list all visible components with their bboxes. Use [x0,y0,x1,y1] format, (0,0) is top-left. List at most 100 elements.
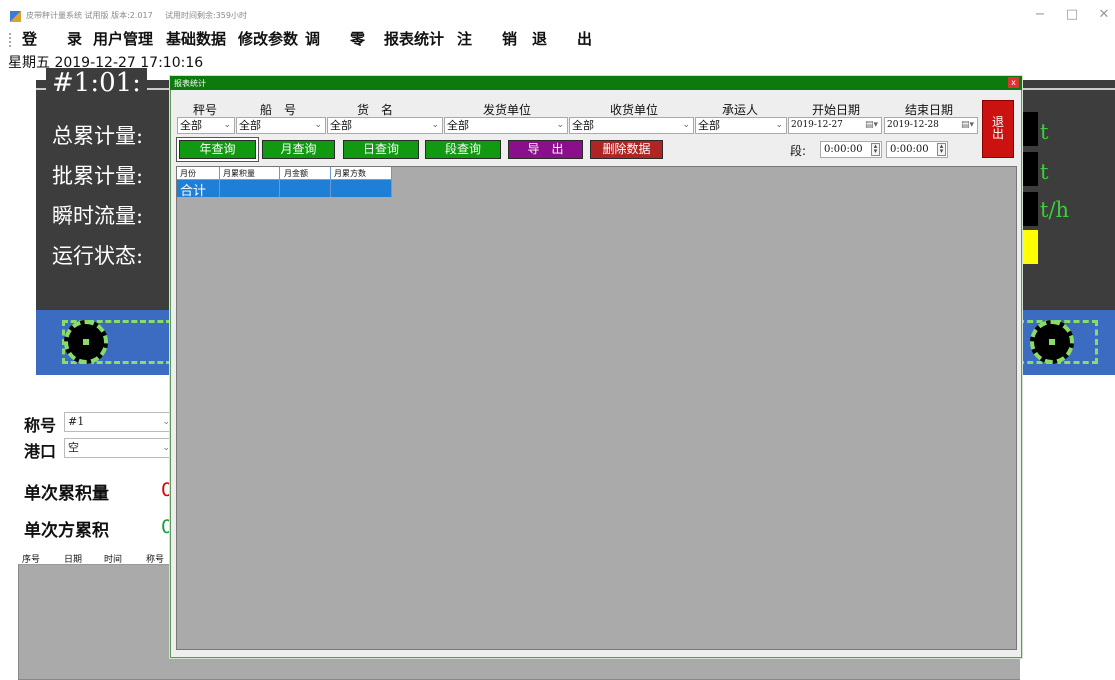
scale-no-label: 称号 [24,416,57,435]
flow-display [1020,192,1038,226]
menu-zero[interactable]: 调 零 [305,28,365,49]
app-icon [10,11,21,22]
export-button[interactable]: 导 出 [508,140,583,159]
total-display [1020,112,1038,146]
scale-no-value: #1 [68,415,85,428]
segment-from-spinner[interactable]: 0:00:00 ▴ ▾ [820,141,882,158]
trial-remaining-text: 试用时间剩余:359小时 [165,11,247,20]
column-separator [279,167,280,197]
filter-carrier-label: 承运人 [722,103,759,117]
port-label: 港口 [24,442,57,461]
menu-logout[interactable]: 注 销 [457,28,517,49]
report-grid[interactable] [176,166,1017,650]
spinner-arrows-icon[interactable]: ▴ ▾ [871,143,880,156]
carrier-filter-value: 全部 [698,119,720,132]
delete-data-button[interactable]: 删除数据 [590,140,663,159]
dialog-exit-button[interactable]: 退 出 [982,100,1014,158]
segment-query-button[interactable]: 段查询 [425,140,501,159]
records-col-header[interactable]: 日期 [64,552,82,565]
total-unit: t [1040,120,1049,144]
end-date-value: 2019-12-28 [887,120,939,130]
records-col-header[interactable]: 序号 [22,552,40,565]
menu-params[interactable]: 修改参数 [238,28,298,49]
roller-left-icon [64,320,108,364]
start-date-picker[interactable]: 2019-12-27 ▤▾ [788,117,882,134]
report-col-header[interactable]: 月份 [180,168,196,179]
maximize-button[interactable]: □ [1058,6,1086,24]
chevron-down-icon: ⌄ [682,120,690,130]
flow-label: 瞬时流量: [52,204,144,228]
sender-filter-value: 全部 [447,119,469,132]
report-dialog-title-bar [170,76,1022,90]
sender-filter-select[interactable]: 全部 ⌄ [444,117,568,134]
report-dialog-title: 报表统计 [174,79,206,88]
close-icon[interactable]: x [1008,77,1019,88]
day-query-button[interactable]: 日查询 [343,140,419,159]
scale-filter-select[interactable]: 全部 ⌄ [177,117,235,134]
spinner-arrows-icon[interactable]: ▴ ▾ [937,143,946,156]
ship-filter-select[interactable]: 全部 ⌄ [236,117,326,134]
menu-users[interactable]: 用户管理 [93,28,153,49]
receiver-filter-value: 全部 [572,119,594,132]
records-col-header[interactable]: 称号 [146,552,164,565]
segment-label: 段: [790,144,807,158]
close-button[interactable]: ✕ [1090,6,1115,24]
minimize-button[interactable]: − [1026,6,1054,24]
menu-report[interactable]: 报表统计 [384,28,444,49]
scale-id: #1:01: [46,68,147,98]
chevron-down-icon: ⌄ [775,120,783,130]
calendar-icon: ▤▾ [864,120,878,130]
filter-start-label: 开始日期 [812,103,861,117]
year-query-button[interactable]: 年查询 [179,140,256,159]
chevron-down-icon: ⌄ [314,120,322,130]
records-col-header[interactable]: 时间 [104,552,122,565]
report-col-header[interactable]: 月累方数 [334,168,366,179]
menu-exit[interactable]: 退 出 [532,28,592,49]
carrier-filter-select[interactable]: 全部 ⌄ [695,117,787,134]
receiver-filter-select[interactable]: 全部 ⌄ [569,117,694,134]
column-separator [391,167,392,197]
status-label: 运行状态: [52,244,144,268]
filter-end-label: 结束日期 [905,103,954,117]
segment-to-spinner[interactable]: 0:00:00 ▴ ▾ [886,141,948,158]
port-value: 空 [68,441,79,454]
scale-no-select[interactable]: #1 ⌄ [64,412,174,432]
flow-unit: t/h [1040,198,1070,222]
records-grid-blank [1020,550,1115,680]
scale-filter-value: 全部 [180,119,202,132]
batch-display [1020,152,1038,186]
window-title: 皮带秤计量系统 试用版 版本:2.017 [26,11,153,20]
chevron-down-icon: ⌄ [431,120,439,130]
menu-base-data[interactable]: 基础数据 [166,28,226,49]
single-accum-label: 单次累积量 [24,484,109,504]
port-select[interactable]: 空 ⌄ [64,438,174,458]
calendar-icon: ▤▾ [960,120,974,130]
batch-label: 批累计量: [52,164,144,188]
end-date-picker[interactable]: 2019-12-28 ▤▾ [884,117,978,134]
batch-unit: t [1040,160,1049,184]
segment-from-value: 0:00:00 [824,144,863,155]
roller-right-icon [1030,320,1074,364]
month-query-button[interactable]: 月查询 [262,140,335,159]
filter-sender-label: 发货单位 [483,103,532,117]
cargo-filter-value: 全部 [330,119,352,132]
chevron-down-icon: ⌄ [223,120,231,130]
report-col-header[interactable]: 月累积量 [223,168,255,179]
segment-to-value: 0:00:00 [890,144,929,155]
chevron-down-icon: ⌄ [556,120,564,130]
column-separator [330,167,331,197]
chevron-down-icon: ⌄ [162,417,170,427]
menu-grip [9,33,11,47]
report-col-header[interactable]: 月金额 [284,168,308,179]
status-indicator [1020,230,1038,264]
filter-ship-label: 船 号 [260,103,297,117]
chevron-down-icon: ⌄ [162,443,170,453]
report-total-row[interactable] [177,180,392,197]
cargo-filter-select[interactable]: 全部 ⌄ [327,117,443,134]
menu-login[interactable]: 登 录 [22,28,82,49]
filter-scale-label: 秤号 [193,103,218,117]
filter-cargo-label: 货 名 [357,103,394,117]
single-volume-label: 单次方累积 [24,521,109,541]
report-total-label: 合计 [180,184,207,199]
column-separator [219,167,220,197]
